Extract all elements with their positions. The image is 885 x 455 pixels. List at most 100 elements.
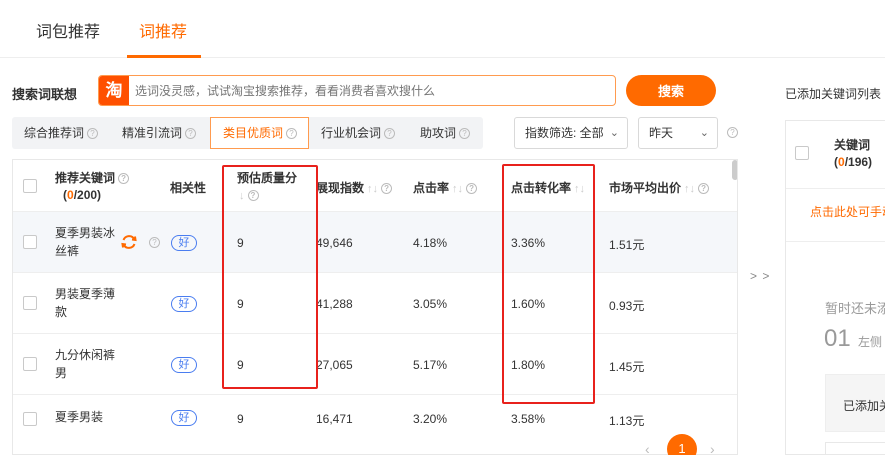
index-filter-value: 指数筛选: 全部 xyxy=(525,126,604,140)
help-icon[interactable]: ? xyxy=(149,237,160,248)
row-checkbox[interactable] xyxy=(23,296,37,310)
help-icon[interactable]: ? xyxy=(466,183,478,195)
search-button[interactable]: 搜索 xyxy=(626,75,716,106)
row-checkbox[interactable] xyxy=(23,235,37,249)
keyword-text: 男装夏季薄款 xyxy=(55,287,116,319)
filter-tab-category-quality[interactable]: 类目优质词? xyxy=(210,117,309,149)
chevron-down-icon: ⌄ xyxy=(699,127,709,139)
added-select-all-checkbox[interactable] xyxy=(795,146,809,160)
added-info-box: 已添加关 xyxy=(825,374,885,432)
ctr-cell: 3.05% xyxy=(413,297,448,311)
added-panel-header: 关键词 (0/196) xyxy=(786,121,885,189)
added-count: 0 xyxy=(838,155,845,169)
scrollbar[interactable] xyxy=(732,160,737,180)
highlight-box-cvr xyxy=(502,164,595,404)
chevron-down-icon: ⌄ xyxy=(609,127,619,139)
header-ctr[interactable]: 点击率 ↑↓? xyxy=(413,179,478,196)
header-impressions-label: 展现指数 xyxy=(316,181,365,195)
step-number: 01 xyxy=(824,325,851,352)
help-icon[interactable]: ? xyxy=(286,128,298,140)
pagination-prev-icon[interactable]: ‹ xyxy=(645,441,650,455)
table-header: 推荐关键词? (0/200) 相关性 预估质量分 ↓? 展现指数 ↑↓? 点击率 ↑… xyxy=(13,160,737,212)
impressions-cell: 41,288 xyxy=(316,297,353,311)
avg-bid-cell: 1.45元 xyxy=(609,360,645,374)
tab-word-package[interactable]: 词包推荐 xyxy=(36,18,100,42)
taobao-logo-icon: 淘 xyxy=(99,76,129,105)
help-icon[interactable]: ? xyxy=(384,128,396,140)
help-icon[interactable]: ? xyxy=(381,183,393,195)
avg-bid-cell: 1.51元 xyxy=(609,238,645,252)
header-avg-bid[interactable]: 市场平均出价 ↑↓? xyxy=(609,179,710,196)
added-info-text: 已添加关 xyxy=(843,399,885,413)
date-filter-value: 昨天 xyxy=(649,126,674,140)
table-row[interactable]: 九分休闲裤男 好 9 27,065 5.17% 1.80% 1.45元 xyxy=(13,334,737,395)
help-icon[interactable]: ? xyxy=(698,183,710,195)
transfer-arrow-icon[interactable]: > > xyxy=(750,269,770,283)
manual-add-link[interactable]: 点击此处可手动 xyxy=(810,203,885,220)
filter-tab-label: 助攻词 xyxy=(420,126,457,140)
filter-tab-assist[interactable]: 助攻词? xyxy=(408,117,483,149)
filter-tab-label: 类目优质词 xyxy=(223,126,284,140)
index-filter-select[interactable]: 指数筛选: 全部 ⌄ xyxy=(514,117,628,149)
impressions-cell: 16,471 xyxy=(316,412,353,426)
highlight-box-quality-score xyxy=(222,165,318,389)
header-ctr-label: 点击率 xyxy=(413,181,450,195)
filter-tab-comprehensive[interactable]: 综合推荐词? xyxy=(12,117,110,149)
select-all-checkbox[interactable] xyxy=(23,179,37,193)
divider xyxy=(786,241,885,242)
search-input[interactable] xyxy=(135,76,605,105)
help-icon[interactable]: ? xyxy=(459,128,471,140)
date-filter-select[interactable]: 昨天 ⌄ xyxy=(638,117,718,149)
keyword-text: 夏季男装 xyxy=(55,410,104,424)
filter-tab-label: 精准引流词 xyxy=(122,126,183,140)
relevance-badge: 好 xyxy=(171,235,197,251)
empty-state-text: 暂时还未添 xyxy=(825,301,885,316)
filter-tab-industry-opportunity[interactable]: 行业机会词? xyxy=(309,117,408,149)
keyword-table: 推荐关键词? (0/200) 相关性 预估质量分 ↓? 展现指数 ↑↓? 点击率 ↑… xyxy=(12,159,738,455)
total-count: /200 xyxy=(73,188,98,202)
help-icon[interactable]: ? xyxy=(185,128,197,140)
help-icon[interactable]: ? xyxy=(727,127,738,138)
keyword-text: 九分休闲裤男 xyxy=(55,348,116,380)
keyword-text: 夏季男装冰丝裤 xyxy=(55,226,116,258)
added-keywords-title: 已添加关键词列表 xyxy=(785,87,882,101)
table-row[interactable]: 男装夏季薄款 好 9 41,288 3.05% 1.60% 0.93元 xyxy=(13,273,737,334)
table-row[interactable]: 夏季男装冰丝裤 ? 好 9 49,646 4.18% 3.36% 1.51元 xyxy=(13,212,737,273)
table-row[interactable]: 夏季男装 好 9 16,471 3.20% 3.58% 1.13元 xyxy=(13,395,737,454)
added-panel-title: 关键词 (0/196) xyxy=(834,138,873,169)
ctr-cell: 3.20% xyxy=(413,412,448,426)
row-checkbox[interactable] xyxy=(23,357,37,371)
active-tab-indicator xyxy=(127,55,201,58)
added-total: /196 xyxy=(844,155,869,169)
top-tab-bar: 词包推荐 词推荐 xyxy=(0,0,885,58)
ctr-cell: 5.17% xyxy=(413,358,448,372)
step-text: 左侧 xyxy=(858,335,883,349)
help-icon[interactable]: ? xyxy=(118,173,130,185)
header-keyword: 推荐关键词? (0/200) xyxy=(55,170,130,204)
sort-icon[interactable]: ↑↓ xyxy=(367,183,378,195)
search-box: 淘 xyxy=(98,75,616,106)
cvr-cell: 3.58% xyxy=(511,412,546,426)
filter-tab-label: 行业机会词 xyxy=(321,126,382,140)
avg-bid-cell: 1.13元 xyxy=(609,414,645,428)
header-impressions[interactable]: 展现指数 ↑↓? xyxy=(316,179,393,196)
header-avg-bid-label: 市场平均出价 xyxy=(609,181,682,195)
help-icon[interactable]: ? xyxy=(87,128,99,140)
added-header-label: 关键词 xyxy=(834,138,871,152)
relevance-badge: 好 xyxy=(171,296,197,312)
pagination-next-icon[interactable]: › xyxy=(710,441,715,455)
sort-icon[interactable]: ↑↓ xyxy=(452,183,463,195)
sort-icon[interactable]: ↑↓ xyxy=(684,183,695,195)
filter-tab-label: 综合推荐词 xyxy=(24,126,85,140)
quality-score-cell: 9 xyxy=(237,412,244,426)
impressions-cell: 27,065 xyxy=(316,358,353,372)
filter-tab-precise[interactable]: 精准引流词? xyxy=(110,117,210,149)
row-checkbox[interactable] xyxy=(23,412,37,426)
impressions-cell: 49,646 xyxy=(316,236,353,250)
refresh-icon[interactable] xyxy=(119,232,139,252)
relevance-badge: 好 xyxy=(171,410,197,426)
header-keyword-label: 推荐关键词 xyxy=(55,171,116,185)
tab-word-recommend[interactable]: 词推荐 xyxy=(139,18,187,42)
ctr-cell: 4.18% xyxy=(413,236,448,250)
header-relevance: 相关性 xyxy=(170,181,207,195)
